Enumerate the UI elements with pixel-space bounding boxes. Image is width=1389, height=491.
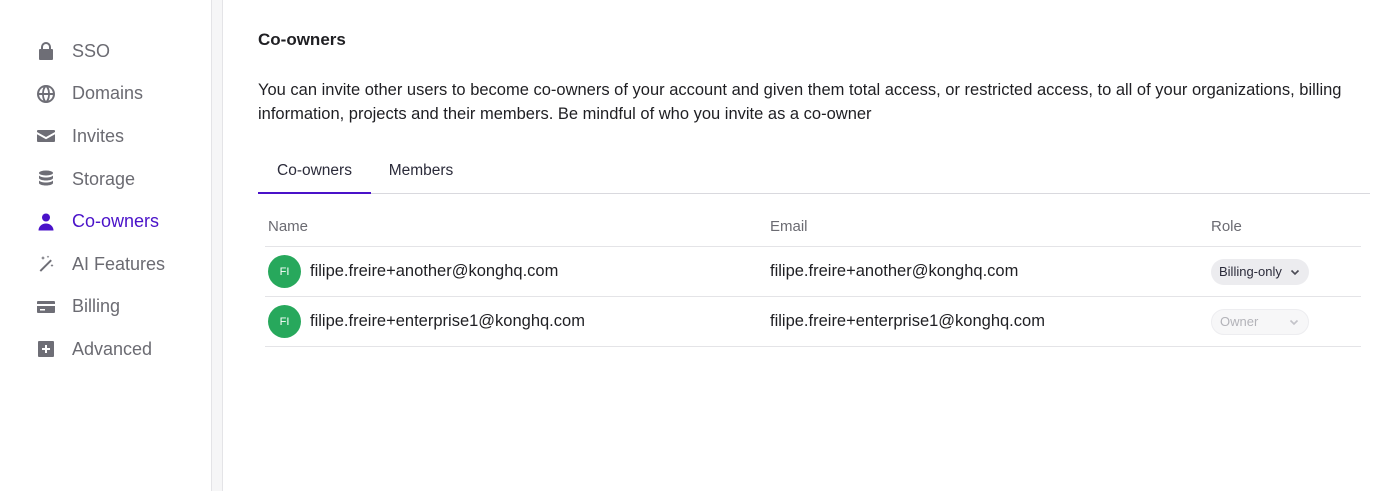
sidebar-divider xyxy=(212,0,223,491)
chevron-down-icon xyxy=(1288,316,1300,328)
sidebar-item-domains[interactable]: Domains xyxy=(0,73,211,116)
page-description: You can invite other users to become co-… xyxy=(258,81,1342,123)
user-icon xyxy=(36,212,56,232)
credit-card-icon xyxy=(36,297,56,317)
tab-bar: Co-owners Members xyxy=(258,154,1370,194)
name-cell: FI filipe.freire+another@konghq.com xyxy=(268,247,558,296)
name-cell: FI filipe.freire+enterprise1@konghq.com xyxy=(268,297,585,346)
role-select: Owner xyxy=(1211,308,1309,335)
avatar: FI xyxy=(268,255,301,288)
globe-icon xyxy=(36,84,56,104)
column-header-role: Role xyxy=(1211,218,1242,235)
role-cell: Billing-only xyxy=(1211,247,1309,296)
sidebar-item-storage[interactable]: Storage xyxy=(0,158,211,201)
avatar: FI xyxy=(268,305,301,338)
sidebar-item-label: Domains xyxy=(72,83,144,104)
database-icon xyxy=(36,169,56,189)
sidebar-item-co-owners[interactable]: Co-owners xyxy=(0,200,211,243)
co-owners-table: Name Email Role FI filipe.freire+another… xyxy=(265,206,1361,347)
sidebar-item-label: Storage xyxy=(72,168,136,189)
sidebar-item-invites[interactable]: Invites xyxy=(0,115,211,158)
email-cell: filipe.freire+another@konghq.com xyxy=(770,262,1019,280)
sidebar-item-billing[interactable]: Billing xyxy=(0,286,211,329)
settings-sidebar: SSO Domains Invites Storage Co-owners AI… xyxy=(0,0,212,491)
sidebar-item-label: Co-owners xyxy=(72,211,160,232)
chevron-down-icon xyxy=(1289,266,1301,278)
table-header: Name Email Role xyxy=(265,206,1361,247)
tab-co-owners[interactable]: Co-owners xyxy=(258,154,371,194)
sidebar-item-label: Billing xyxy=(72,296,121,317)
table-row: FI filipe.freire+enterprise1@konghq.com … xyxy=(265,297,1361,347)
sidebar-nav: SSO Domains Invites Storage Co-owners AI… xyxy=(0,30,211,371)
user-name: filipe.freire+enterprise1@konghq.com xyxy=(310,312,585,330)
sidebar-item-ai-features[interactable]: AI Features xyxy=(0,243,211,286)
lock-icon xyxy=(36,41,56,61)
table-row: FI filipe.freire+another@konghq.com fili… xyxy=(265,247,1361,297)
sidebar-item-label: AI Features xyxy=(72,253,166,274)
tab-members[interactable]: Members xyxy=(371,154,471,192)
sidebar-item-sso[interactable]: SSO xyxy=(0,30,211,73)
sidebar-item-label: Invites xyxy=(72,125,125,146)
user-name: filipe.freire+another@konghq.com xyxy=(310,262,559,280)
page-title: Co-owners xyxy=(258,30,346,49)
sidebar-item-label: Advanced xyxy=(72,338,153,359)
envelope-icon xyxy=(36,126,56,146)
email-cell: filipe.freire+enterprise1@konghq.com xyxy=(770,312,1045,330)
column-header-email: Email xyxy=(770,218,808,235)
role-cell: Owner xyxy=(1211,297,1309,346)
sidebar-item-label: SSO xyxy=(72,40,111,61)
sidebar-item-advanced[interactable]: Advanced xyxy=(0,328,211,371)
plus-square-icon xyxy=(36,339,56,359)
role-select-value: Owner xyxy=(1220,314,1259,329)
magic-wand-icon xyxy=(36,254,56,274)
column-header-name: Name xyxy=(268,218,309,235)
role-select-value: Billing-only xyxy=(1219,264,1282,279)
role-select[interactable]: Billing-only xyxy=(1211,258,1309,285)
